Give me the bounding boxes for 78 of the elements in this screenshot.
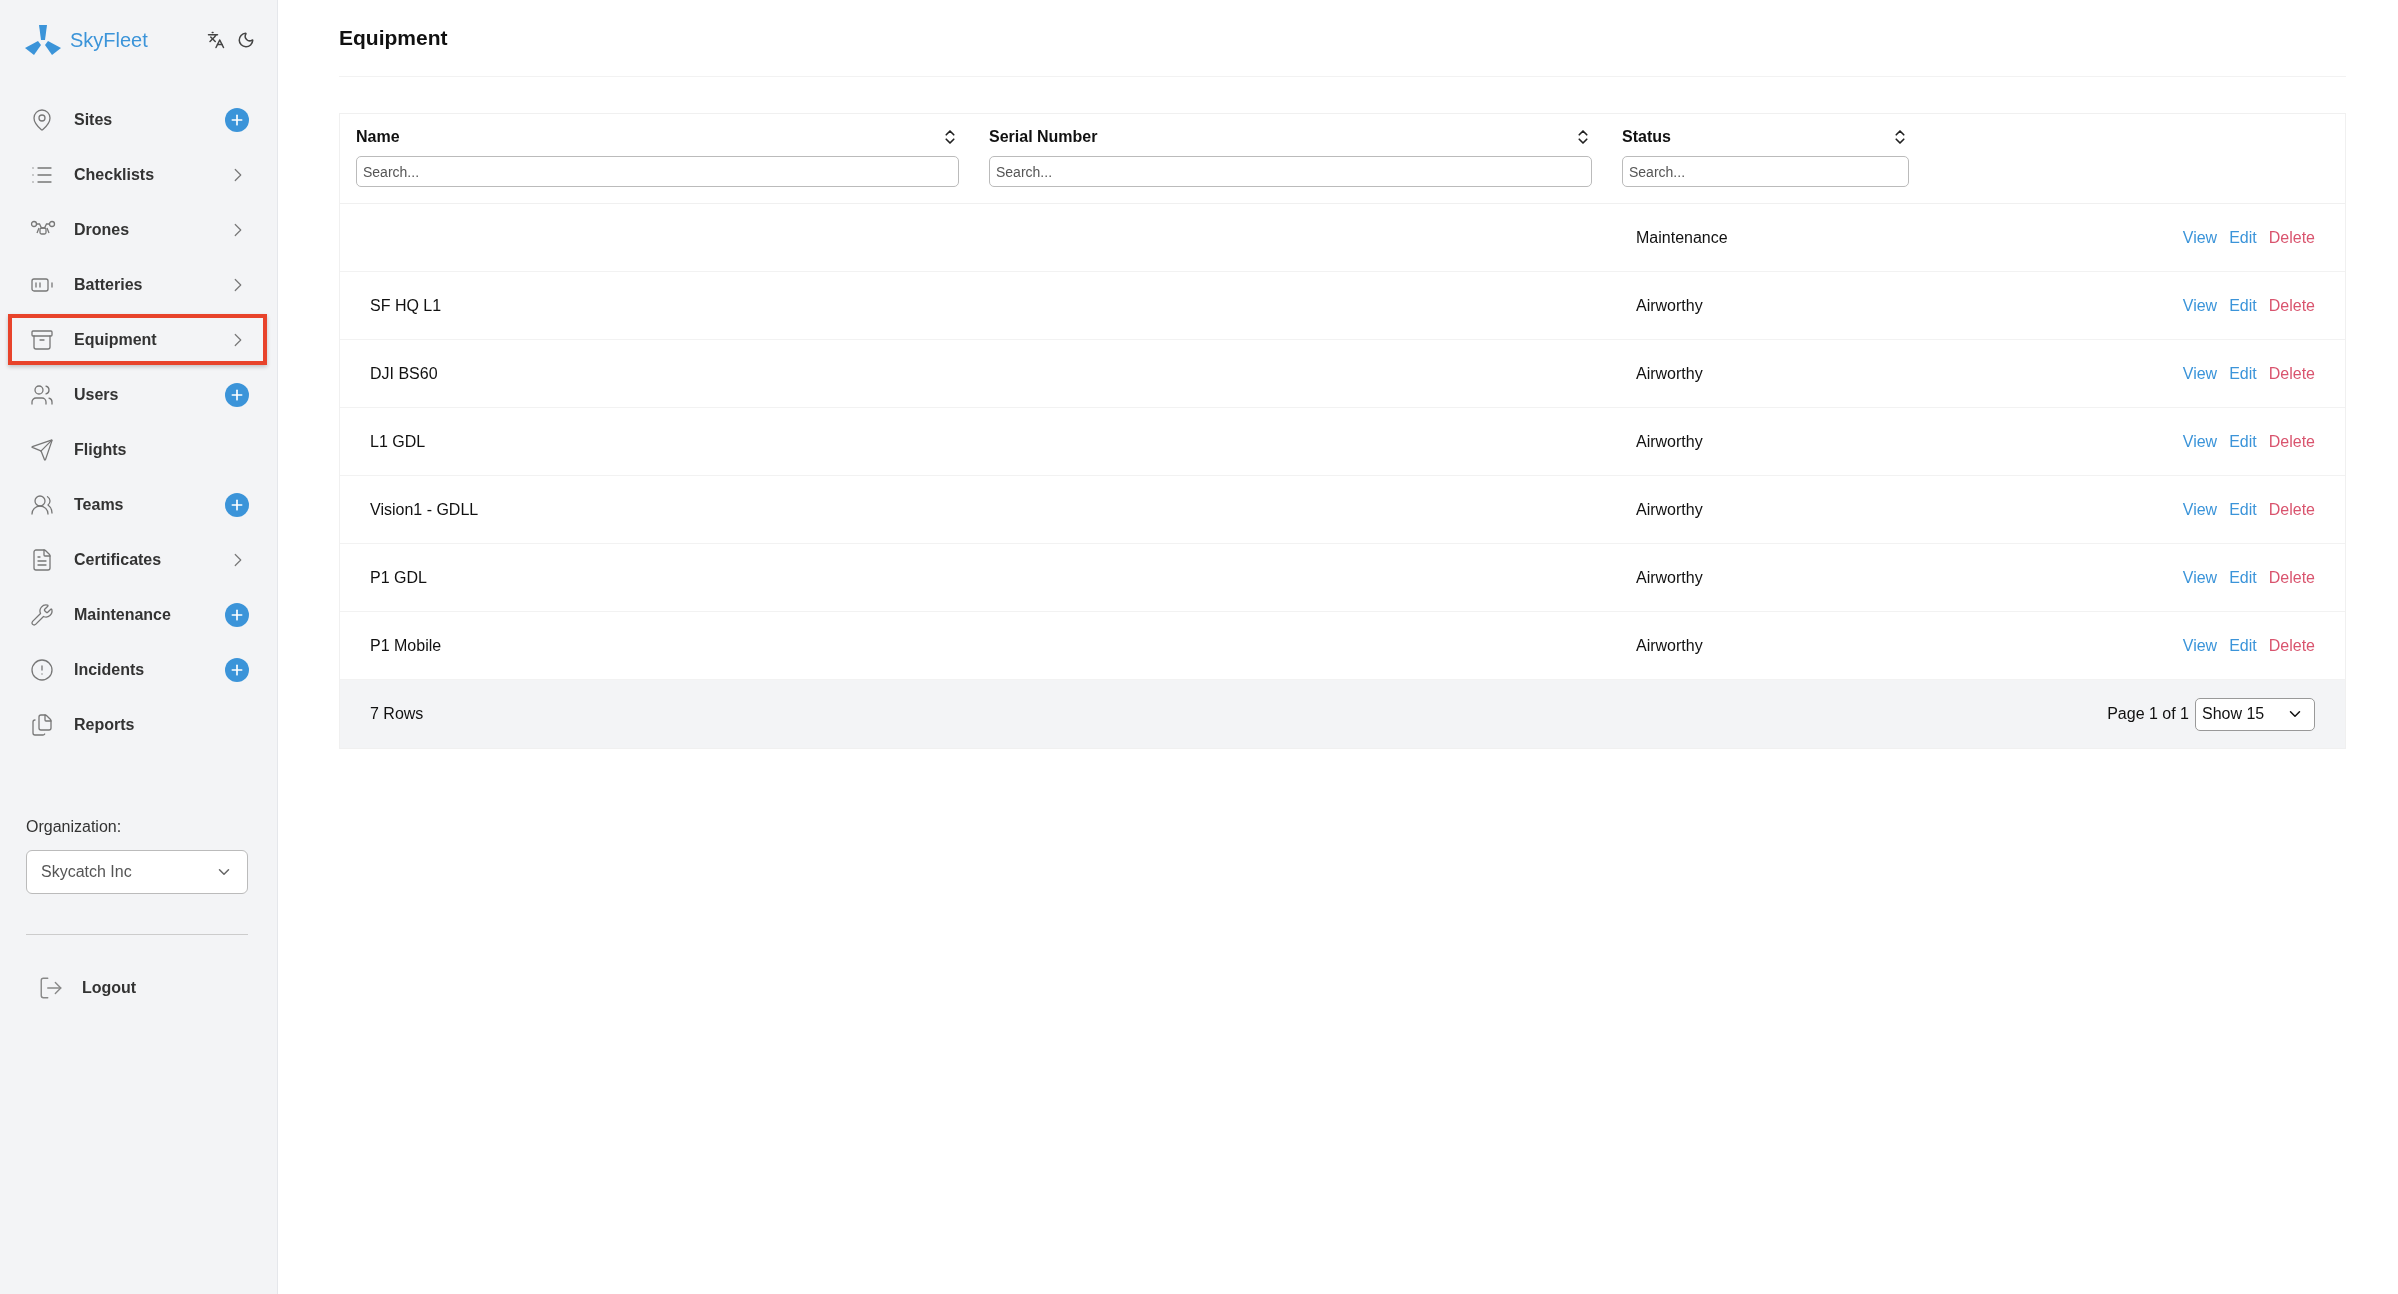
organization-select[interactable]: Skycatch Inc	[26, 850, 248, 894]
table-cell: Airworthy	[1636, 500, 1703, 518]
nav-item[interactable]: Incidents	[8, 644, 267, 695]
nav-icon	[30, 547, 54, 572]
action-link[interactable]: Edit	[2229, 568, 2257, 587]
action-link[interactable]: View	[2182, 500, 2218, 519]
table-cell: P1 Mobile	[370, 636, 442, 654]
moon-icon[interactable]	[237, 31, 255, 49]
logout-icon	[38, 975, 64, 1001]
table-cell: P1 GDL	[370, 568, 427, 586]
search-field[interactable]: Search...	[1622, 156, 1909, 187]
action-link[interactable]: Edit	[2229, 228, 2257, 247]
translate-icon[interactable]	[207, 31, 225, 49]
page-indicator: Page 1 of 1	[2107, 705, 2189, 723]
table-cell: Vision1 - GDLL	[370, 500, 479, 518]
row-count: 7 Rows	[370, 705, 425, 723]
column-header: Status	[1622, 128, 1671, 146]
action-link[interactable]: Edit	[2229, 364, 2257, 383]
nav-item[interactable]: Equipment	[8, 314, 267, 365]
action-link[interactable]: Edit	[2229, 432, 2257, 451]
nav-item[interactable]: Certificates	[8, 534, 267, 585]
search-field[interactable]: Search...	[989, 156, 1592, 187]
nav-icon	[30, 492, 54, 517]
action-link[interactable]: Edit	[2229, 500, 2257, 519]
action-link[interactable]: Delete	[2268, 636, 2315, 655]
add-button[interactable]	[225, 382, 249, 407]
nav-item[interactable]: Reports	[8, 699, 267, 750]
add-button[interactable]	[225, 107, 249, 132]
action-link[interactable]: View	[2182, 228, 2218, 247]
action-link[interactable]: Edit	[2229, 636, 2257, 655]
nav-item[interactable]: Flights	[8, 424, 267, 475]
action-link[interactable]: Delete	[2268, 296, 2315, 315]
nav-item[interactable]: Batteries	[8, 259, 267, 310]
action-link[interactable]: Edit	[2229, 296, 2257, 315]
organization-label: Organization:	[26, 818, 123, 836]
action-link[interactable]: View	[2182, 432, 2218, 451]
nav-item[interactable]: Drones	[8, 204, 267, 255]
table-cell: Airworthy	[1636, 296, 1703, 314]
search-field[interactable]: Search...	[356, 156, 959, 187]
nav-icon	[30, 437, 54, 462]
nav-icon	[30, 382, 54, 407]
nav-icon	[30, 327, 54, 352]
nav-icon	[30, 712, 54, 737]
table-cell: SF HQ L1	[370, 296, 442, 314]
nav-icon	[30, 657, 54, 682]
logo-icon	[24, 24, 62, 56]
action-link[interactable]: View	[2182, 296, 2218, 315]
table-cell: Airworthy	[1636, 568, 1703, 586]
nav-item[interactable]: Sites	[8, 94, 267, 145]
nav-item[interactable]: Checklists	[8, 149, 267, 200]
action-link[interactable]: Delete	[2268, 364, 2315, 383]
add-button[interactable]	[225, 657, 249, 682]
nav-item[interactable]: Teams	[8, 479, 267, 530]
logout-button[interactable]: Logout	[38, 975, 267, 1001]
table-cell: Airworthy	[1636, 364, 1703, 382]
action-link[interactable]: Delete	[2268, 500, 2315, 519]
nav-item[interactable]: Maintenance	[8, 589, 267, 640]
add-button[interactable]	[225, 492, 249, 517]
action-link[interactable]: Delete	[2268, 228, 2315, 247]
action-link[interactable]: View	[2182, 364, 2218, 383]
nav-icon	[30, 107, 54, 132]
action-link[interactable]: Delete	[2268, 432, 2315, 451]
nav-item[interactable]: Users	[8, 369, 267, 420]
page-size-select[interactable]: Show 15	[2195, 697, 2315, 731]
table-cell: Airworthy	[1636, 432, 1703, 450]
column-header: Name	[356, 128, 400, 146]
add-button[interactable]	[225, 602, 249, 627]
table-cell: Airworthy	[1636, 636, 1703, 654]
table-cell: L1 GDL	[370, 432, 426, 450]
brand-name: SkyFleet	[70, 28, 149, 52]
table-cell: Maintenance	[1636, 228, 1728, 246]
action-link[interactable]: Delete	[2268, 568, 2315, 587]
action-link[interactable]: View	[2182, 636, 2218, 655]
action-link[interactable]: View	[2182, 568, 2218, 587]
page-title: Equipment	[339, 26, 2346, 77]
table-cell: DJI BS60	[370, 364, 438, 382]
column-header: Serial Number	[989, 128, 1098, 146]
nav-icon	[30, 602, 54, 627]
